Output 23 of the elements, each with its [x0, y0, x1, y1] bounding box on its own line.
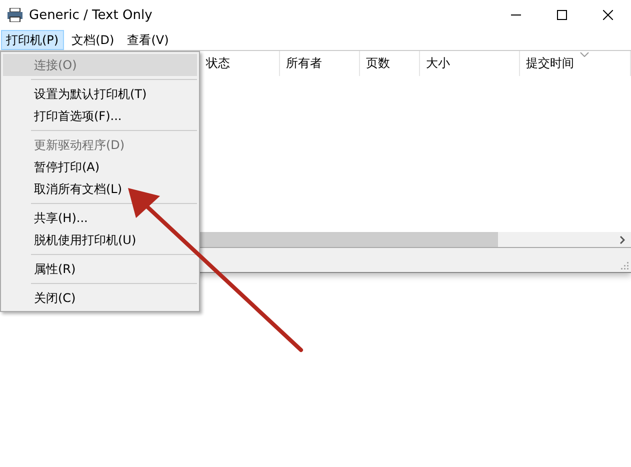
chevron-down-icon [580, 52, 589, 57]
window-title: Generic / Text Only [29, 8, 152, 22]
menu-item[interactable]: 暂停打印(A) [3, 156, 197, 178]
menu-item[interactable]: 取消所有文档(L) [3, 178, 197, 200]
printer-icon [7, 8, 23, 22]
menu-item[interactable]: 脱机使用打印机(U) [3, 229, 197, 251]
menu-item[interactable]: 共享(H)... [3, 207, 197, 229]
menu-item[interactable]: 关闭(C) [3, 287, 197, 309]
column-header[interactable]: 所有者 [286, 55, 322, 72]
menu-bar-item[interactable]: 查看(V) [122, 30, 174, 50]
close-icon [603, 10, 613, 20]
column-header[interactable]: 提交时间 [526, 55, 574, 72]
menu-bar-item[interactable]: 文档(D) [66, 30, 120, 50]
resize-grip-icon[interactable] [619, 260, 629, 270]
column-header[interactable]: 大小 [426, 55, 450, 72]
menu-item[interactable]: 打印首选项(F)... [3, 105, 197, 127]
column-header[interactable]: 状态 [206, 55, 230, 72]
menu-item[interactable]: 属性(R) [3, 258, 197, 280]
chevron-right-icon[interactable] [620, 236, 625, 244]
menu-item[interactable]: 设置为默认打印机(T) [3, 83, 197, 105]
maximize-icon [557, 10, 567, 20]
column-header[interactable]: 页数 [366, 55, 390, 72]
menu-bar-item[interactable]: 打印机(P) [1, 30, 64, 50]
